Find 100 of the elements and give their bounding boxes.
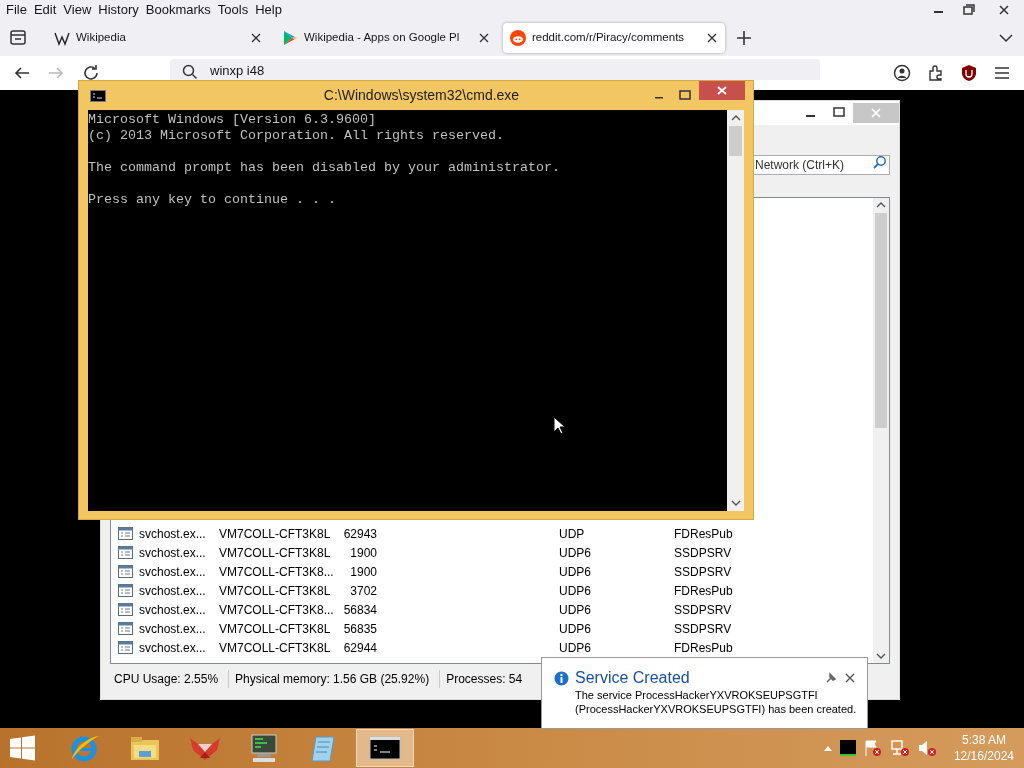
table-cell-text: FDResPub [674,639,733,657]
program-icon [118,602,134,617]
taskbar-button[interactable] [356,729,414,767]
tab-title: Wikipedia [76,30,127,46]
scroll-thumb[interactable] [875,213,887,428]
table-cell-text: svchost.ex... [139,563,207,581]
table-cell-text: 56835 [342,620,377,638]
table-cell-text: VM7COLL-CFT3K8L [219,582,331,600]
notification-title: Service Created [575,668,691,688]
table-row[interactable]: svchost.ex... VM7COLL-CFT3K8L 62943 UDP FDResPub [111,524,873,543]
menu-item[interactable]: Help [252,0,285,20]
shield-icon[interactable] [960,64,978,82]
table-row[interactable]: svchost.ex... VM7COLL-CFT3K8L 3702 UDP6 FDResPub [111,581,873,600]
table-cell-text: VM7COLL-CFT3K8L [219,620,331,638]
table-cell-text: 1900 [349,563,377,581]
windows-icon[interactable] [8,734,38,762]
info-icon [554,670,569,686]
clock-date: 12/16/2024 [953,748,1014,764]
tab-title: Wikipedia - Apps on Google Pl [304,30,461,46]
tab-title: reddit.com/r/Piracy/comments [532,30,686,46]
table-row[interactable]: svchost.ex... VM7COLL-CFT3K8L 1900 UDP6 SSDPSRV [111,543,873,562]
console-line: Press any key to continue . . . [88,192,336,208]
status-text: Processes: 54 [439,670,527,688]
menu-item[interactable]: Bookmarks [142,0,214,20]
table-cell-text: svchost.ex... [139,582,207,600]
table-cell-text: VM7COLL-CFT3K8... [219,563,331,581]
search-icon [873,155,887,169]
play-store-icon [282,30,298,46]
table-cell-text: UDP6 [559,601,592,619]
table-cell-text: VM7COLL-CFT3K8... [219,601,331,619]
scrollbar[interactable] [727,110,744,511]
table-cell-text: SSDPSRV [674,544,732,562]
program-icon [118,583,134,598]
pin-icon[interactable] [825,672,837,684]
table-cell-text: SSDPSRV [674,620,732,638]
table-cell-text: svchost.ex... [139,601,207,619]
close-icon[interactable] [845,673,855,683]
program-icon [118,621,134,636]
table-cell-text: 56834 [342,601,377,619]
table-cell-text: 62943 [342,525,377,543]
program-icon [118,526,134,541]
browser-tab[interactable]: reddit.com/r/Piracy/comments [503,23,725,53]
browser-tab[interactable]: Wikipedia - Apps on Google Pl [275,23,497,53]
status-text: Physical memory: 1.56 GB (25.92%) [228,670,434,688]
menu-item[interactable]: View [60,0,95,20]
console-icon [90,89,106,102]
console-line: Microsoft Windows [Version 6.3.9600] [88,112,376,128]
clock-time: 5:38 AM [961,732,1006,748]
table-row[interactable]: svchost.ex... VM7COLL-CFT3K8L 56835 UDP6 SSDPSRV [111,619,873,638]
table-cell-text: 1900 [349,544,377,562]
table-cell-text: UDP6 [559,620,592,638]
scrollbar[interactable] [873,198,889,663]
table-cell-text: svchost.ex... [139,639,207,657]
extensions-icon[interactable] [927,64,945,82]
console-line: The command prompt has been disabled by your administrator. [88,160,560,176]
table-cell-text: svchost.ex... [139,544,207,562]
table-cell-text: VM7COLL-CFT3K8L [219,525,331,543]
menu-item[interactable]: Tools [214,0,252,20]
flag-error-icon[interactable] [862,739,883,757]
table-cell-text: 3702 [349,582,377,600]
network-error-icon[interactable] [889,739,910,757]
close-icon[interactable] [478,32,490,44]
notification-message: The service ProcessHackerYXVROKSEUPSGTFI (ProcessHackerYXVROKSEUPSGTFI) has been created. [575,688,858,716]
table-cell-text: svchost.ex... [139,525,207,543]
folder-icon [129,734,161,762]
table-cell-text: VM7COLL-CFT3K8L [219,639,331,657]
program-icon [118,545,134,560]
table-cell-text: svchost.ex... [139,620,207,638]
console-icon [369,736,401,760]
table-cell-text: VM7COLL-CFT3K8L [219,544,331,562]
browser-e-icon [69,733,101,763]
table-row[interactable]: svchost.ex... VM7COLL-CFT3K8L 62944 UDP6 FDResPub [111,638,873,657]
volume-muted-icon[interactable] [916,739,937,757]
close-icon[interactable] [706,32,718,44]
address-bar[interactable]: winxp i48 [170,59,820,80]
menu-icon[interactable] [993,65,1011,81]
pointer-icon [553,416,565,435]
back-icon[interactable] [13,65,31,81]
table-cell-text: FDResPub [674,582,733,600]
table-row[interactable]: svchost.ex... VM7COLL-CFT3K8... 1900 UDP6 SSDPSRV [111,562,873,581]
close-icon[interactable] [250,32,262,44]
reddit-icon [510,30,526,46]
menu-item[interactable]: Edit [30,0,60,20]
menu-item[interactable]: File [3,0,30,20]
table-cell-text: FDResPub [674,525,733,543]
account-icon[interactable] [893,64,911,82]
scroll-thumb[interactable] [729,126,742,156]
search-field[interactable]: Network (Ctrl+K) [753,155,890,175]
wikipedia-icon [54,30,70,46]
caret-up-icon[interactable] [822,744,833,752]
table-cell-text: UDP6 [559,563,592,581]
reload-icon[interactable] [82,64,100,82]
process-icon[interactable] [839,740,856,756]
browser-tab[interactable]: Wikipedia [47,23,269,53]
table-cell-text: SSDPSRV [674,601,732,619]
table-row[interactable]: svchost.ex... VM7COLL-CFT3K8... 56834 UDP6 SSDPSRV [111,600,873,619]
table-cell-text: UDP6 [559,544,592,562]
window-title: C:\Windows\system32\cmd.exe [322,86,521,105]
search-icon [182,64,198,80]
menu-item[interactable]: History [95,0,142,20]
